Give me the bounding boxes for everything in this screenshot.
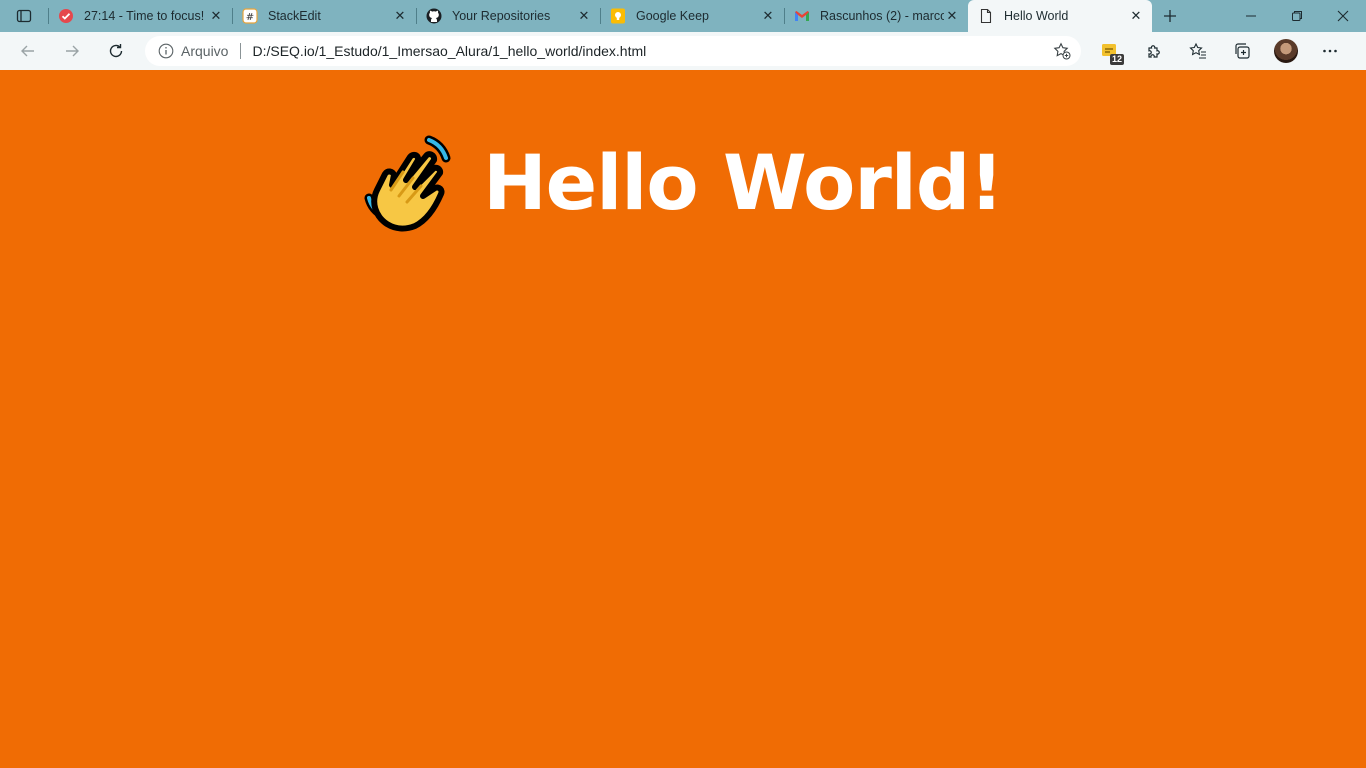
close-tab-icon[interactable]: ✕ [1128, 8, 1144, 24]
close-tab-icon[interactable]: ✕ [392, 8, 408, 24]
close-tab-icon[interactable]: ✕ [208, 8, 224, 24]
collections-icon [1235, 43, 1250, 59]
close-tab-icon[interactable]: ✕ [576, 8, 592, 24]
avatar [1274, 39, 1298, 63]
restore-button[interactable] [1274, 0, 1320, 32]
address-bar[interactable]: Arquivo D:/SEQ.io/1_Estudo/1_Imersao_Alu… [145, 36, 1081, 66]
close-window-button[interactable] [1320, 0, 1366, 32]
window-controls [1228, 0, 1366, 32]
info-icon[interactable] [157, 42, 175, 60]
profile-button[interactable] [1264, 32, 1308, 70]
page-content: Hello World! [0, 70, 1366, 768]
page-title: Hello World! [483, 137, 1004, 227]
stackedit-icon: # [242, 8, 258, 24]
restore-icon [1292, 11, 1302, 21]
close-icon [1337, 10, 1349, 22]
extensions-button[interactable] [1132, 32, 1176, 70]
tab-github[interactable]: Your Repositories ✕ [416, 0, 600, 32]
tab-actions-button[interactable] [0, 0, 48, 32]
tab-hello-world[interactable]: Hello World ✕ [968, 0, 1152, 32]
tab-stackedit[interactable]: # StackEdit ✕ [232, 0, 416, 32]
minimize-icon [1246, 15, 1256, 17]
heading-row: Hello World! [0, 132, 1366, 232]
back-button[interactable] [6, 34, 50, 68]
favorites-icon [1189, 42, 1206, 59]
waving-hand-icon [364, 135, 451, 232]
close-tab-icon[interactable]: ✕ [944, 8, 960, 24]
tab-focus[interactable]: 27:14 - Time to focus! ✕ [48, 0, 232, 32]
new-tab-button[interactable] [1152, 0, 1188, 32]
arrow-left-icon [21, 45, 34, 57]
refresh-button[interactable] [94, 34, 138, 68]
extension-badge: 12 [1110, 54, 1125, 65]
tab-title: StackEdit [268, 9, 321, 23]
forward-button[interactable] [50, 34, 94, 68]
minimize-button[interactable] [1228, 0, 1274, 32]
tab-title: Rascunhos (2) - marco [820, 9, 944, 23]
add-favorite-icon[interactable] [1053, 42, 1071, 60]
browser-toolbar: Arquivo D:/SEQ.io/1_Estudo/1_Imersao_Alu… [0, 32, 1366, 70]
extension-notes-button[interactable]: 12 [1088, 32, 1132, 70]
github-icon [426, 8, 442, 24]
gmail-icon [794, 8, 810, 24]
settings-menu-button[interactable] [1308, 32, 1352, 70]
close-tab-icon[interactable]: ✕ [760, 8, 776, 24]
collections-button[interactable] [1220, 32, 1264, 70]
focus-check-icon [58, 8, 74, 24]
tab-keep[interactable]: Google Keep ✕ [600, 0, 784, 32]
tab-gmail[interactable]: Rascunhos (2) - marco ✕ [784, 0, 968, 32]
tab-actions-icon [16, 9, 32, 23]
tab-title: Your Repositories [452, 9, 551, 23]
favorites-button[interactable] [1176, 32, 1220, 70]
keep-icon [610, 8, 626, 24]
scheme-label: Arquivo [181, 43, 229, 59]
refresh-icon [109, 44, 123, 58]
arrow-right-icon [66, 45, 79, 57]
tab-title: Google Keep [636, 9, 709, 23]
svg-text:#: # [246, 12, 254, 23]
page-icon [978, 8, 994, 24]
tab-strip: 27:14 - Time to focus! ✕ # StackEdit ✕ Y… [0, 0, 1366, 32]
puzzle-icon [1148, 45, 1160, 58]
more-icon [1323, 49, 1337, 53]
plus-icon [1164, 10, 1176, 22]
url-text[interactable]: D:/SEQ.io/1_Estudo/1_Imersao_Alura/1_hel… [252, 43, 646, 59]
toolbar-right: 12 [1088, 32, 1352, 70]
tab-title: Hello World [1004, 9, 1069, 23]
tab-title: 27:14 - Time to focus! [84, 9, 205, 23]
